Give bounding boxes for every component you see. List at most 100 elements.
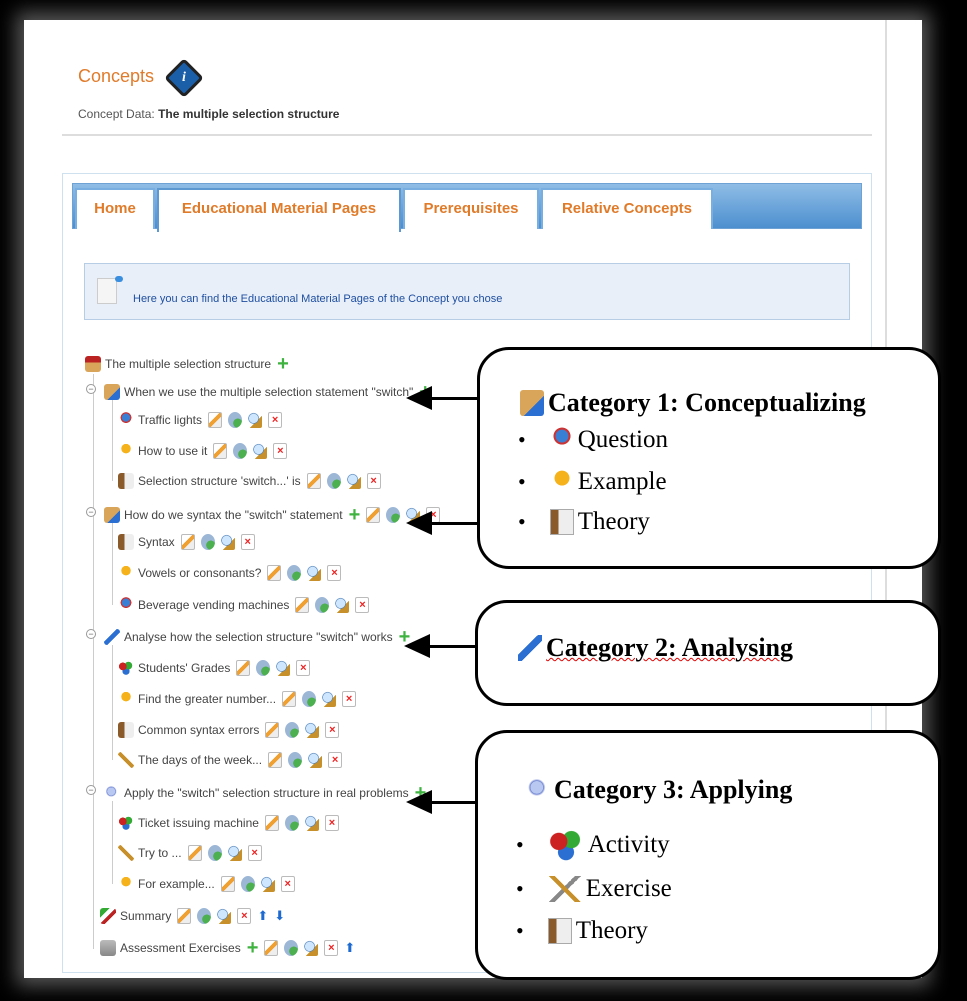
tree-group[interactable]: When we use the multiple selection state…: [104, 382, 431, 402]
search-icon[interactable]: [346, 473, 361, 489]
tree-item[interactable]: Students' Grades ×: [118, 658, 311, 678]
node-label[interactable]: Syntax: [138, 535, 175, 549]
delete-icon[interactable]: ×: [268, 412, 283, 428]
tree-item[interactable]: Find the greater number... ×: [118, 689, 357, 709]
attach-icon[interactable]: [288, 752, 303, 768]
search-icon[interactable]: [304, 940, 319, 956]
tree-item[interactable]: Beverage vending machines ×: [118, 595, 370, 615]
edit-icon[interactable]: [268, 752, 283, 768]
search-icon[interactable]: [305, 722, 320, 738]
tree-group[interactable]: Analyse how the selection structure "swi…: [104, 627, 410, 647]
attach-icon[interactable]: [233, 443, 248, 459]
delete-icon[interactable]: ×: [325, 722, 340, 738]
add-icon[interactable]: +: [277, 354, 289, 374]
arrow-down-icon[interactable]: ⬇: [274, 908, 285, 924]
node-label[interactable]: Analyse how the selection structure "swi…: [124, 630, 393, 644]
delete-icon[interactable]: ×: [237, 908, 252, 924]
edit-icon[interactable]: [265, 722, 280, 738]
delete-icon[interactable]: ×: [324, 940, 339, 956]
delete-icon[interactable]: ×: [296, 660, 311, 676]
delete-icon[interactable]: ×: [342, 691, 357, 707]
tree-group[interactable]: Apply the "switch" selection structure i…: [104, 783, 426, 803]
collapse-toggle[interactable]: −: [86, 785, 96, 795]
node-label[interactable]: Ticket issuing machine: [138, 816, 259, 830]
search-icon[interactable]: [248, 412, 263, 428]
edit-icon[interactable]: [180, 534, 195, 550]
node-label[interactable]: When we use the multiple selection state…: [124, 385, 413, 399]
delete-icon[interactable]: ×: [366, 473, 381, 489]
tree-group[interactable]: How do we syntax the "switch" statement +…: [104, 505, 441, 525]
search-icon[interactable]: [217, 908, 232, 924]
node-label[interactable]: Summary: [120, 909, 171, 923]
tree-item[interactable]: Try to ... ×: [118, 843, 262, 863]
arrow-up-icon[interactable]: ⬆: [344, 940, 355, 956]
edit-icon[interactable]: [208, 412, 223, 428]
node-label[interactable]: Try to ...: [138, 846, 182, 860]
search-icon[interactable]: [276, 660, 291, 676]
node-label[interactable]: Assessment Exercises: [120, 941, 241, 955]
edit-icon[interactable]: [236, 660, 251, 676]
node-label[interactable]: How do we syntax the "switch" statement: [124, 508, 343, 522]
edit-icon[interactable]: [220, 876, 235, 892]
tree-item[interactable]: Ticket issuing machine ×: [118, 813, 339, 833]
delete-icon[interactable]: ×: [280, 876, 295, 892]
delete-icon[interactable]: ×: [247, 845, 262, 861]
delete-icon[interactable]: ×: [240, 534, 255, 550]
node-label[interactable]: Traffic lights: [138, 413, 202, 427]
attach-icon[interactable]: [228, 412, 243, 428]
delete-icon[interactable]: ×: [273, 443, 288, 459]
node-label[interactable]: Vowels or consonants?: [138, 566, 261, 580]
search-icon[interactable]: [307, 565, 322, 581]
node-label[interactable]: The days of the week...: [138, 753, 262, 767]
search-icon[interactable]: [304, 815, 319, 831]
add-icon[interactable]: +: [349, 505, 361, 525]
attach-icon[interactable]: [200, 534, 215, 550]
tree-item[interactable]: Traffic lights ×: [118, 410, 283, 430]
attach-icon[interactable]: [240, 876, 255, 892]
edit-icon[interactable]: [187, 845, 202, 861]
edit-icon[interactable]: [306, 473, 321, 489]
attach-icon[interactable]: [284, 815, 299, 831]
collapse-toggle[interactable]: −: [86, 629, 96, 639]
tree-item[interactable]: Common syntax errors ×: [118, 720, 340, 740]
attach-icon[interactable]: [285, 722, 300, 738]
edit-icon[interactable]: [177, 908, 192, 924]
attach-icon[interactable]: [326, 473, 341, 489]
node-label[interactable]: The multiple selection structure: [105, 357, 271, 371]
edit-icon[interactable]: [267, 565, 282, 581]
arrow-up-icon[interactable]: ⬆: [257, 908, 268, 924]
add-icon[interactable]: +: [247, 938, 259, 958]
search-icon[interactable]: [253, 443, 268, 459]
tab-home[interactable]: Home: [75, 188, 155, 229]
node-label[interactable]: Common syntax errors: [138, 723, 259, 737]
node-label[interactable]: Students' Grades: [138, 661, 230, 675]
node-label[interactable]: Apply the "switch" selection structure i…: [124, 786, 409, 800]
node-label[interactable]: For example...: [138, 877, 215, 891]
collapse-toggle[interactable]: −: [86, 507, 96, 517]
search-icon[interactable]: [322, 691, 337, 707]
edit-icon[interactable]: [264, 815, 279, 831]
search-icon[interactable]: [220, 534, 235, 550]
tree-item[interactable]: For example... ×: [118, 874, 295, 894]
tree-item[interactable]: The days of the week... ×: [118, 750, 343, 770]
edit-icon[interactable]: [213, 443, 228, 459]
search-icon[interactable]: [227, 845, 242, 861]
attach-icon[interactable]: [197, 908, 212, 924]
delete-icon[interactable]: ×: [324, 815, 339, 831]
node-label[interactable]: How to use it: [138, 444, 207, 458]
edit-icon[interactable]: [282, 691, 297, 707]
tree-item[interactable]: Selection structure 'switch...' is ×: [118, 471, 381, 491]
delete-icon[interactable]: ×: [355, 597, 370, 613]
edit-icon[interactable]: [366, 507, 381, 523]
tree-root[interactable]: The multiple selection structure +: [85, 354, 289, 374]
tree-summary[interactable]: Summary × ⬆ ⬇: [100, 906, 285, 926]
tree-item[interactable]: How to use it ×: [118, 441, 288, 461]
delete-icon[interactable]: ×: [328, 752, 343, 768]
tree-item[interactable]: Vowels or consonants? ×: [118, 563, 342, 583]
tree-assessment[interactable]: Assessment Exercises + × ⬆: [100, 938, 355, 958]
attach-icon[interactable]: [302, 691, 317, 707]
delete-icon[interactable]: ×: [327, 565, 342, 581]
collapse-toggle[interactable]: −: [86, 384, 96, 394]
tree-item[interactable]: Syntax ×: [118, 532, 255, 552]
attach-icon[interactable]: [284, 940, 299, 956]
